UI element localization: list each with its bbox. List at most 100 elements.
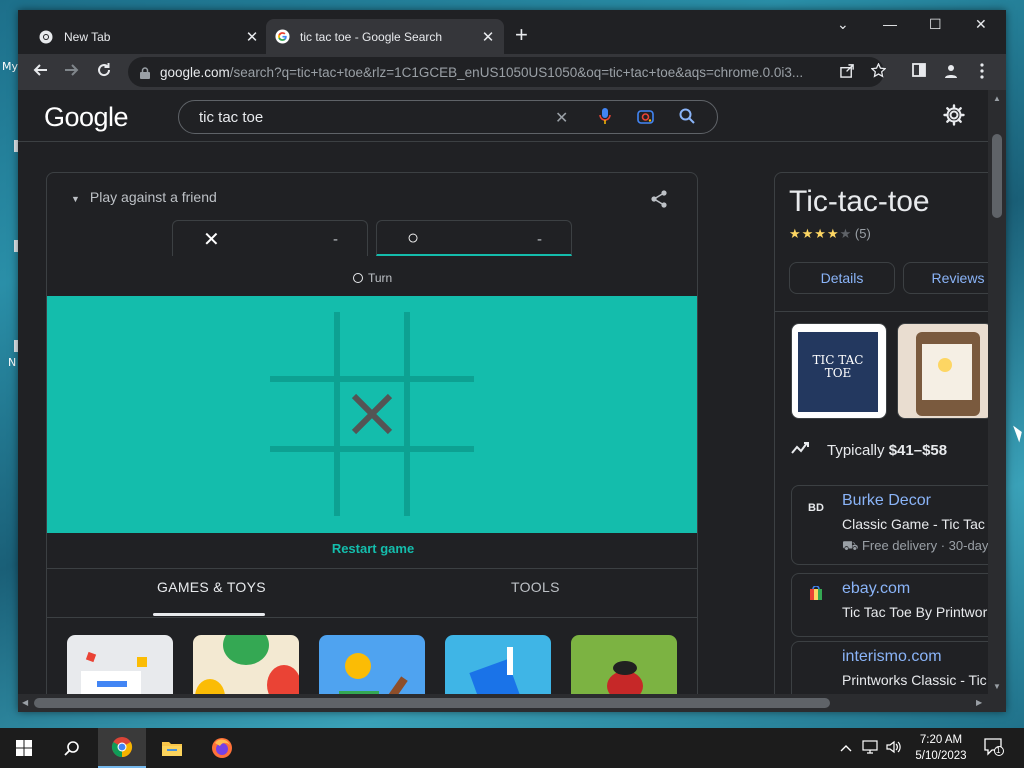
network-icon[interactable]: [862, 740, 878, 757]
knowledge-panel: Tic-tac-toe ★★★★★ (5) Details Reviews TI…: [774, 172, 988, 694]
game-thumbnail[interactable]: [445, 635, 551, 694]
board-cell[interactable]: [270, 382, 334, 446]
game-thumbnail[interactable]: [319, 635, 425, 694]
vertical-scrollbar[interactable]: ▲ ▼: [988, 90, 1006, 694]
browser-toolbar: google.com/search?q=tic+tac+toe&rlz=1C1G…: [18, 54, 1006, 90]
scrollbar-thumb[interactable]: [992, 134, 1002, 218]
product-image[interactable]: TIC TAC TOE: [791, 323, 887, 419]
merchant-card[interactable]: interismo.com Printworks Classic - Tic: [791, 641, 988, 694]
google-logo[interactable]: Google: [44, 102, 129, 133]
board-cell[interactable]: [270, 452, 334, 516]
menu-icon[interactable]: [980, 63, 984, 83]
bookmark-star-icon[interactable]: [870, 62, 887, 82]
merchant-product: Classic Game - Tic Tac T: [842, 516, 988, 532]
merchant-name[interactable]: Burke Decor: [842, 492, 931, 510]
taskbar-file-explorer[interactable]: [148, 728, 196, 768]
active-tab-indicator: [153, 613, 265, 616]
profile-icon[interactable]: [943, 63, 959, 83]
x-mark-icon: [351, 393, 393, 435]
merchant-name[interactable]: interismo.com: [842, 648, 942, 666]
delivery-info: ⛟ Free delivery · 30-day: [842, 538, 988, 556]
restart-game-button[interactable]: Restart game: [47, 533, 697, 569]
divider: [47, 617, 697, 618]
board-cell[interactable]: [270, 312, 334, 376]
desktop-icon-label: My: [2, 60, 19, 73]
taskbar-firefox[interactable]: [198, 728, 246, 768]
clear-search-icon[interactable]: ✕: [555, 108, 568, 128]
back-button[interactable]: [32, 62, 48, 82]
notification-center-icon[interactable]: 1: [984, 738, 1004, 759]
board-cell[interactable]: [410, 312, 474, 376]
taskbar-chrome[interactable]: [98, 728, 146, 768]
rating-count: (5): [854, 226, 871, 241]
chrome-icon: [111, 737, 133, 758]
search-input[interactable]: tic tac toe: [199, 109, 263, 126]
tic-tac-toe-game-card: ▼ Play against a friend ✕ - ○ - Turn Res…: [46, 172, 698, 694]
game-thumbnail[interactable]: [67, 635, 173, 694]
lock-icon[interactable]: [140, 66, 150, 79]
system-clock[interactable]: 7:20 AM 5/10/2023: [910, 732, 972, 764]
board-cell[interactable]: [410, 452, 474, 516]
game-thumbnail[interactable]: [571, 635, 677, 694]
settings-gear-icon[interactable]: [943, 104, 965, 132]
board-cell[interactable]: [410, 382, 474, 446]
game-mode-dropdown[interactable]: ▼ Play against a friend: [71, 189, 217, 205]
tab-new-tab[interactable]: New Tab ✕: [30, 19, 268, 54]
ebay-logo-icon: [804, 585, 828, 606]
tab-google-search[interactable]: tic tac toe - Google Search ✕: [266, 19, 504, 54]
forward-button[interactable]: [64, 62, 80, 82]
lens-search-icon[interactable]: [637, 108, 654, 130]
merchant-name[interactable]: ebay.com: [842, 580, 910, 598]
tab-strip: New Tab ✕ tic tac toe - Google Search ✕ …: [18, 10, 1006, 54]
share-icon[interactable]: [649, 189, 669, 214]
tab-tools[interactable]: TOOLS: [511, 579, 560, 595]
taskbar: 7:20 AM 5/10/2023 1: [0, 728, 1024, 768]
scroll-right-arrow[interactable]: ▶: [976, 698, 982, 707]
side-panel-icon[interactable]: [912, 63, 926, 81]
search-icon[interactable]: [679, 108, 695, 129]
o-score-value: -: [537, 231, 542, 248]
address-bar[interactable]: google.com/search?q=tic+tac+toe&rlz=1C1G…: [128, 57, 884, 87]
divider: [775, 311, 988, 312]
minimize-button[interactable]: —: [883, 16, 897, 32]
scroll-down-arrow[interactable]: ▼: [993, 682, 1001, 691]
taskbar-search-button[interactable]: [48, 728, 96, 768]
details-button[interactable]: Details: [789, 262, 895, 294]
show-hidden-icons[interactable]: [840, 740, 852, 755]
share-page-icon[interactable]: [840, 63, 855, 82]
price-value: $41–$58: [888, 441, 948, 459]
search-results-page: Google tic tac toe ✕ ▼ Play against a fr…: [18, 90, 988, 694]
tab-games-toys[interactable]: GAMES & TOYS: [157, 579, 266, 595]
board-cell[interactable]: [340, 452, 404, 516]
volume-icon[interactable]: [886, 740, 902, 757]
firefox-icon: [212, 738, 232, 758]
url-host: google.com: [160, 64, 230, 80]
game-mode-label: Play against a friend: [89, 189, 217, 205]
merchant-card[interactable]: BD Burke Decor Classic Game - Tic Tac T …: [791, 485, 988, 565]
rating[interactable]: ★★★★★ (5): [789, 226, 871, 242]
voice-search-icon[interactable]: [599, 108, 611, 130]
scroll-up-arrow[interactable]: ▲: [993, 94, 1001, 103]
close-tab-icon[interactable]: ✕: [478, 28, 498, 46]
scrollbar-thumb[interactable]: [34, 698, 830, 708]
board-cell[interactable]: [340, 382, 404, 446]
turn-label: Turn: [368, 271, 393, 285]
product-image[interactable]: [897, 323, 988, 419]
close-tab-icon[interactable]: ✕: [242, 28, 262, 46]
close-window-button[interactable]: ✕: [975, 16, 987, 33]
board-cell[interactable]: [340, 312, 404, 376]
player-o-score: ○ -: [376, 220, 572, 256]
reload-button[interactable]: [96, 62, 112, 82]
start-button[interactable]: [0, 728, 48, 768]
scroll-left-arrow[interactable]: ◀: [22, 698, 28, 707]
merchant-card[interactable]: ebay.com Tic Tac Toe By Printwork: [791, 573, 988, 637]
maximize-button[interactable]: ☐: [929, 16, 942, 33]
url-text[interactable]: google.com/search?q=tic+tac+toe&rlz=1C1G…: [160, 65, 820, 80]
reviews-button[interactable]: Reviews: [903, 262, 988, 294]
star-rating-icon: ★★★★: [789, 226, 840, 241]
game-thumbnail[interactable]: [193, 635, 299, 694]
search-box[interactable]: tic tac toe ✕: [178, 100, 718, 134]
horizontal-scrollbar[interactable]: ◀ ▶: [18, 694, 1006, 712]
tab-search-button[interactable]: ⌄: [837, 16, 849, 33]
new-tab-button[interactable]: +: [515, 24, 528, 46]
